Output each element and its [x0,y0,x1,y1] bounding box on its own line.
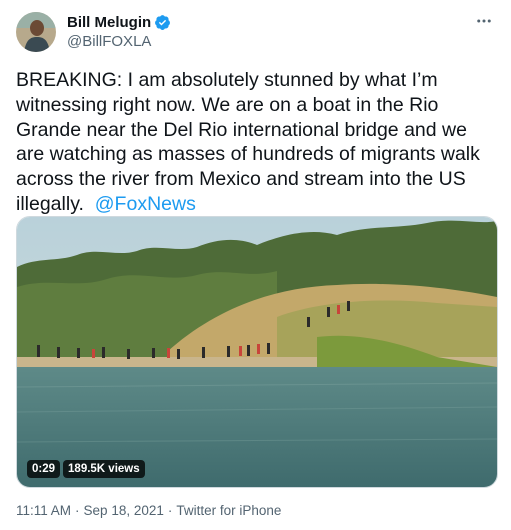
author-handle[interactable]: @BillFOXLA [67,33,151,50]
user-avatar[interactable] [16,12,56,52]
tweet-card: Bill Melugin @BillFOXLA BREAKING: I am a… [0,0,511,530]
video-player[interactable]: 0:29 189.5K views [16,216,498,488]
video-thumbnail [17,217,497,487]
tweet-meta: 11:11 AM · Sep 18, 2021 · Twitter for iP… [16,503,281,518]
tweet-body: BREAKING: I am absolutely stunned by wha… [16,69,480,215]
video-overlay: 0:29 189.5K views [27,460,145,478]
more-dots-icon[interactable] [473,10,495,32]
separator: · [167,503,173,518]
separator: · [75,503,80,518]
video-views: 189.5K views [63,460,145,478]
video-duration: 0:29 [27,460,61,478]
author-name-row[interactable]: Bill Melugin [67,14,171,31]
author-display-name[interactable]: Bill Melugin [67,14,151,31]
tweet-text: BREAKING: I am absolutely stunned by wha… [16,68,498,217]
tweet-time[interactable]: 11:11 AM [16,503,71,518]
verified-badge-icon [154,14,171,31]
tweet-source[interactable]: Twitter for iPhone [176,503,281,518]
tweet-date[interactable]: Sep 18, 2021 [84,503,164,518]
mention-link[interactable]: @FoxNews [95,193,196,215]
